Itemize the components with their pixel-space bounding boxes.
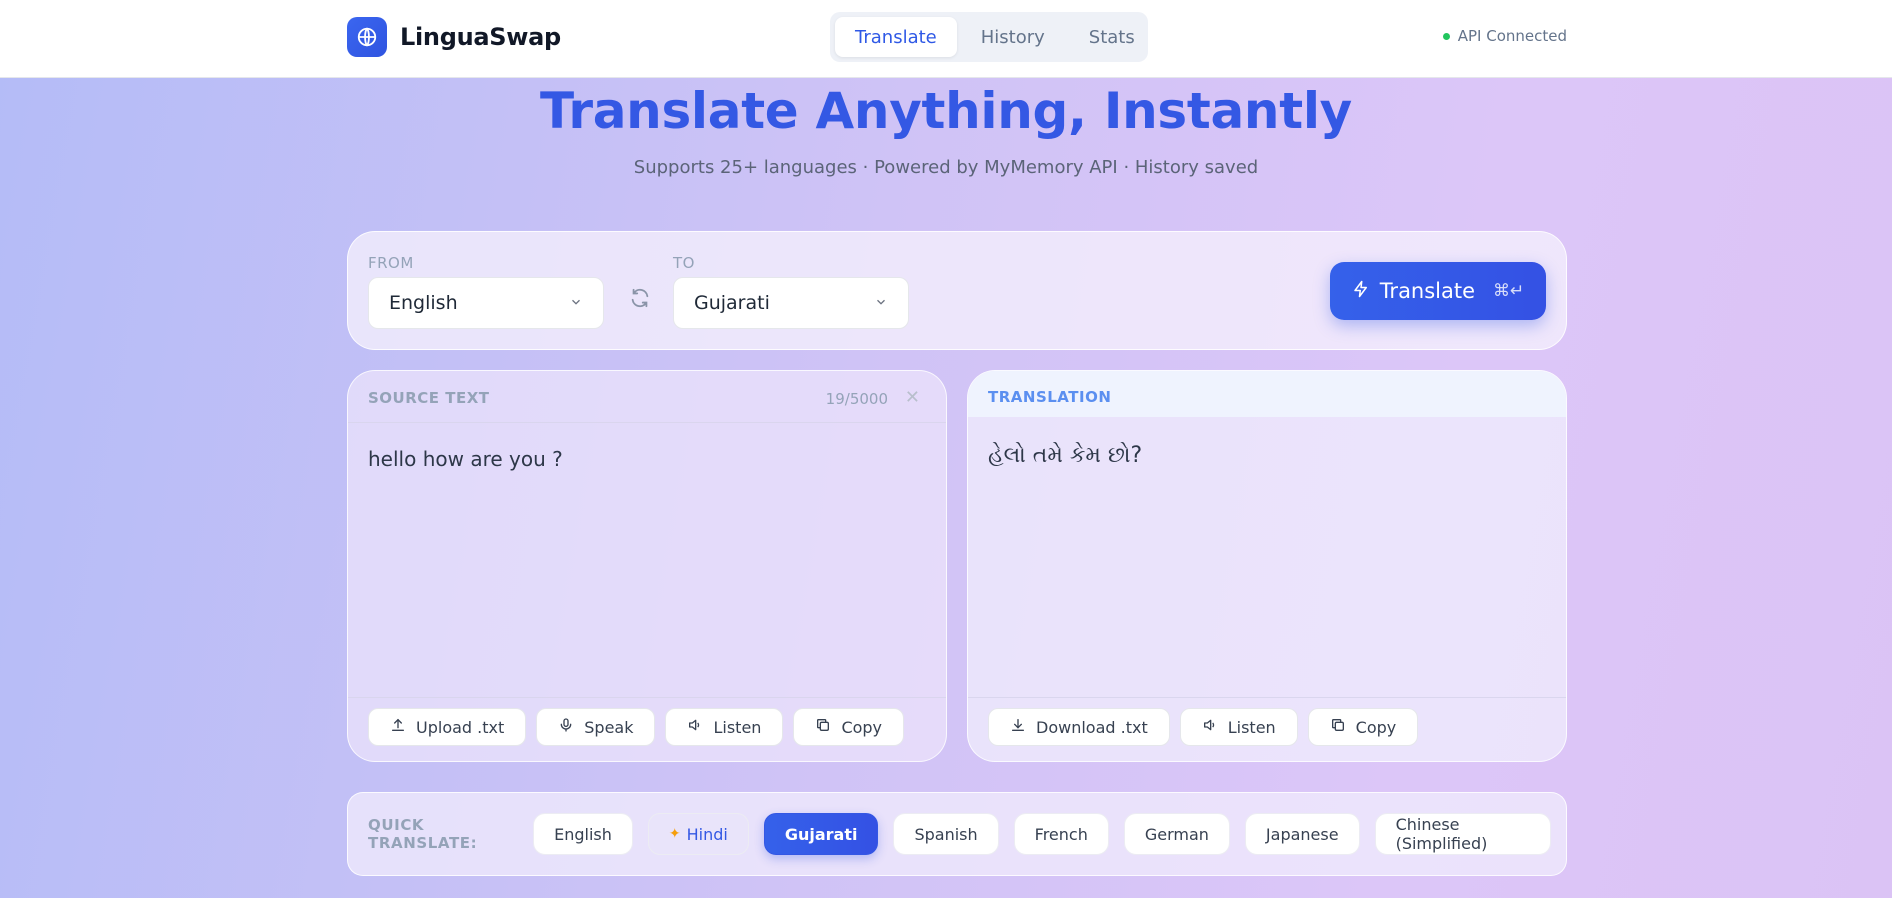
page-title: Translate Anything, Instantly	[540, 82, 1352, 140]
download-button[interactable]: Download .txt	[988, 708, 1170, 746]
copy-icon	[1330, 717, 1346, 737]
from-language-value: English	[389, 292, 458, 314]
tab-translate[interactable]: Translate	[835, 17, 957, 57]
copy-label: Copy	[841, 717, 883, 737]
quick-chip-hindi-label: Hindi	[686, 824, 728, 844]
to-language-value: Gujarati	[694, 292, 770, 314]
speak-label: Speak	[584, 717, 634, 737]
tab-stats[interactable]: Stats	[1069, 17, 1155, 57]
page-subtitle: Supports 25+ languages · Powered by MyMe…	[633, 157, 1259, 178]
language-bar: FROM English TO Gujarati Translate ⌘↵	[347, 231, 1567, 350]
quick-chip-french[interactable]: French	[1013, 813, 1109, 855]
brand[interactable]: LinguaSwap	[347, 17, 561, 57]
copy-translation-button[interactable]: Copy	[1307, 708, 1419, 746]
translation-actions: Download .txt Listen Copy	[968, 697, 1566, 761]
quick-chip-german[interactable]: German	[1123, 813, 1230, 855]
upload-icon	[390, 717, 406, 737]
quick-translate-bar: QUICK TRANSLATE: English ✦ Hindi Gujarat…	[347, 792, 1567, 876]
listen-label: Listen	[713, 717, 762, 737]
translation-panel: TRANSLATION હેલો તમે કેમ છો? Download .t…	[967, 370, 1567, 762]
translate-button-label: Translate	[1379, 279, 1476, 303]
copy-icon	[815, 717, 831, 737]
speak-button[interactable]: Speak	[536, 708, 656, 746]
clear-icon[interactable]: ✕	[905, 387, 920, 408]
from-label: FROM	[368, 254, 414, 272]
tab-history[interactable]: History	[961, 17, 1065, 57]
source-actions: Upload .txt Speak Listen Copy	[348, 697, 946, 761]
translate-button[interactable]: Translate ⌘↵	[1330, 262, 1546, 320]
to-label: TO	[673, 254, 695, 272]
upload-label: Upload .txt	[416, 717, 505, 737]
upload-button[interactable]: Upload .txt	[368, 708, 527, 746]
copy-label: Copy	[1355, 717, 1397, 737]
lightning-icon	[1352, 279, 1370, 304]
download-icon	[1010, 717, 1026, 737]
source-panel-header: SOURCE TEXT 19/5000 ✕	[348, 371, 946, 423]
speaker-icon	[687, 717, 703, 737]
api-status: API Connected	[1442, 27, 1567, 45]
source-textarea[interactable]: hello how are you ?	[368, 447, 563, 471]
top-bar: LinguaSwap Translate History Stats API C…	[0, 0, 1892, 78]
quick-chip-english[interactable]: English	[533, 813, 633, 855]
microphone-icon	[558, 717, 574, 737]
quick-chip-gujarati[interactable]: Gujarati	[763, 813, 879, 855]
translation-label: TRANSLATION	[988, 388, 1112, 406]
swap-icon	[629, 287, 651, 313]
sparkle-icon: ✦	[668, 826, 681, 842]
listen-translation-button[interactable]: Listen	[1179, 708, 1298, 746]
translation-output: હેલો તમે કેમ છો?	[988, 443, 1143, 468]
copy-source-button[interactable]: Copy	[793, 708, 905, 746]
chevron-down-icon	[874, 292, 888, 314]
listen-source-button[interactable]: Listen	[665, 708, 784, 746]
status-dot-icon	[1442, 32, 1450, 40]
quick-chip-chinese-simplified[interactable]: Chinese (Simplified)	[1374, 813, 1551, 855]
listen-label: Listen	[1227, 717, 1276, 737]
swap-languages-button[interactable]	[625, 285, 655, 315]
shortcut-hint: ⌘↵	[1493, 281, 1525, 301]
from-language-select[interactable]: English	[368, 277, 604, 329]
api-status-text: API Connected	[1457, 27, 1567, 45]
quick-translate-label: QUICK TRANSLATE:	[368, 816, 478, 852]
chevron-down-icon	[569, 292, 583, 314]
app-name: LinguaSwap	[400, 23, 561, 51]
download-label: Download .txt	[1036, 717, 1148, 737]
quick-chip-spanish[interactable]: Spanish	[893, 813, 999, 855]
globe-icon	[347, 17, 387, 57]
source-label: SOURCE TEXT	[368, 389, 490, 407]
speaker-icon	[1202, 717, 1218, 737]
quick-chip-hindi[interactable]: ✦ Hindi	[647, 813, 749, 855]
main-nav: Translate History Stats	[830, 12, 1148, 62]
quick-chip-japanese[interactable]: Japanese	[1244, 813, 1360, 855]
source-panel: SOURCE TEXT 19/5000 ✕ hello how are you …	[347, 370, 947, 762]
character-count: 19/5000	[825, 390, 888, 408]
translation-panel-header: TRANSLATION	[968, 371, 1566, 417]
to-language-select[interactable]: Gujarati	[673, 277, 909, 329]
